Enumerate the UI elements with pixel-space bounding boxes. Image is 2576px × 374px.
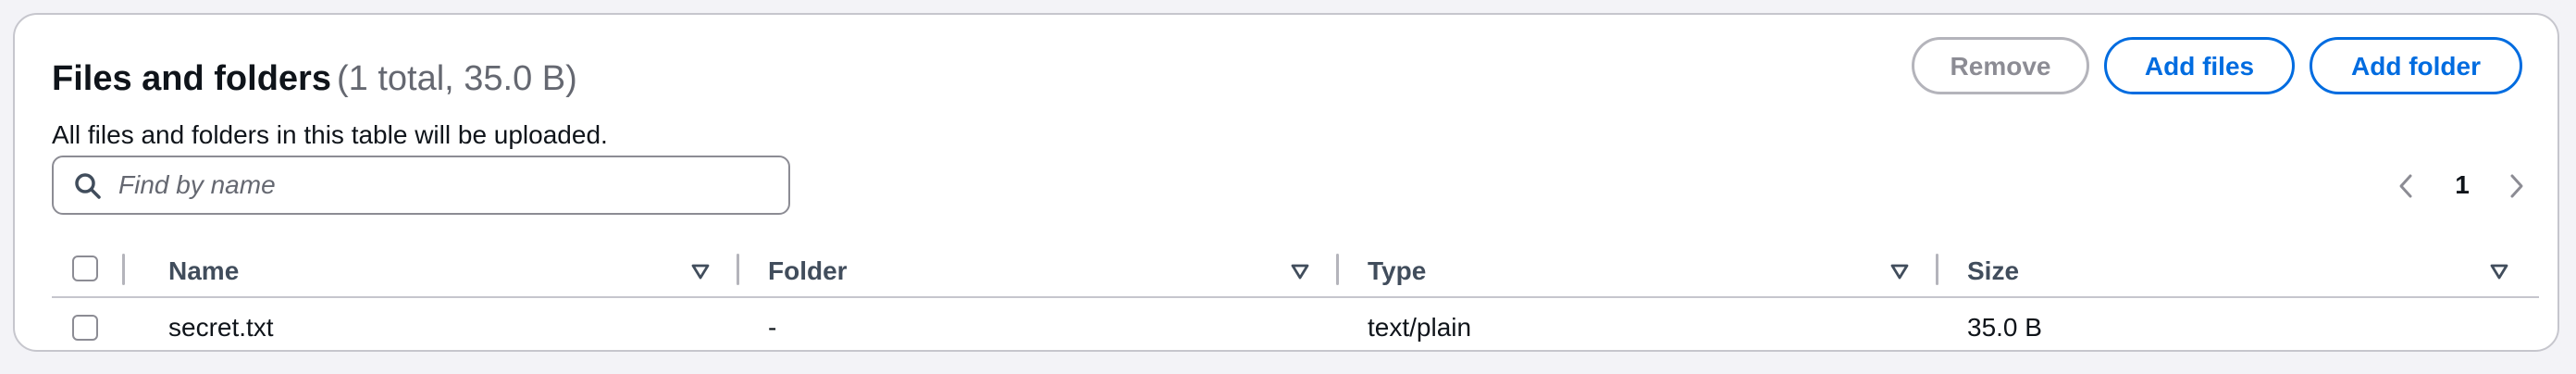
column-divider[interactable] xyxy=(122,254,125,285)
cell-folder: - xyxy=(768,313,777,342)
search-field[interactable] xyxy=(52,156,790,215)
select-all-checkbox[interactable] xyxy=(72,256,98,281)
column-header-size[interactable]: Size xyxy=(1967,256,2019,287)
search-input[interactable] xyxy=(118,165,766,206)
sort-icon[interactable] xyxy=(1889,261,1910,281)
column-divider[interactable] xyxy=(737,254,739,285)
cell-type: text/plain xyxy=(1368,313,1472,342)
next-page-icon[interactable] xyxy=(2502,172,2530,200)
add-folder-button[interactable]: Add folder xyxy=(2310,37,2522,94)
column-divider[interactable] xyxy=(1936,254,1938,285)
column-divider[interactable] xyxy=(1336,254,1339,285)
cell-size: 35.0 B xyxy=(1967,313,2042,342)
column-header-type[interactable]: Type xyxy=(1368,256,1426,287)
add-files-button[interactable]: Add files xyxy=(2104,37,2295,94)
current-page-number[interactable]: 1 xyxy=(2448,168,2476,202)
remove-button[interactable]: Remove xyxy=(1912,37,2089,94)
cell-name: secret.txt xyxy=(168,313,274,342)
panel-title-count: (1 total, 35.0 B) xyxy=(336,59,577,98)
previous-page-icon[interactable] xyxy=(2393,172,2421,200)
column-header-folder[interactable]: Folder xyxy=(768,256,848,287)
panel-title: Files and folders (1 total, 35.0 B) xyxy=(52,57,577,100)
panel-description: All files and folders in this table will… xyxy=(52,120,608,149)
panel-title-text: Files and folders xyxy=(52,59,331,98)
files-and-folders-panel: Files and folders (1 total, 35.0 B) All f… xyxy=(13,13,2559,352)
sort-icon[interactable] xyxy=(1290,261,1310,281)
column-header-name[interactable]: Name xyxy=(168,256,239,287)
sort-icon[interactable] xyxy=(690,261,711,281)
row-checkbox[interactable] xyxy=(72,315,98,341)
sort-icon[interactable] xyxy=(2489,261,2509,281)
table-header-row: Name Folder Type Size xyxy=(52,241,2539,298)
search-icon xyxy=(75,173,101,199)
table-row[interactable]: secret.txt - text/plain 35.0 B xyxy=(52,298,2539,355)
